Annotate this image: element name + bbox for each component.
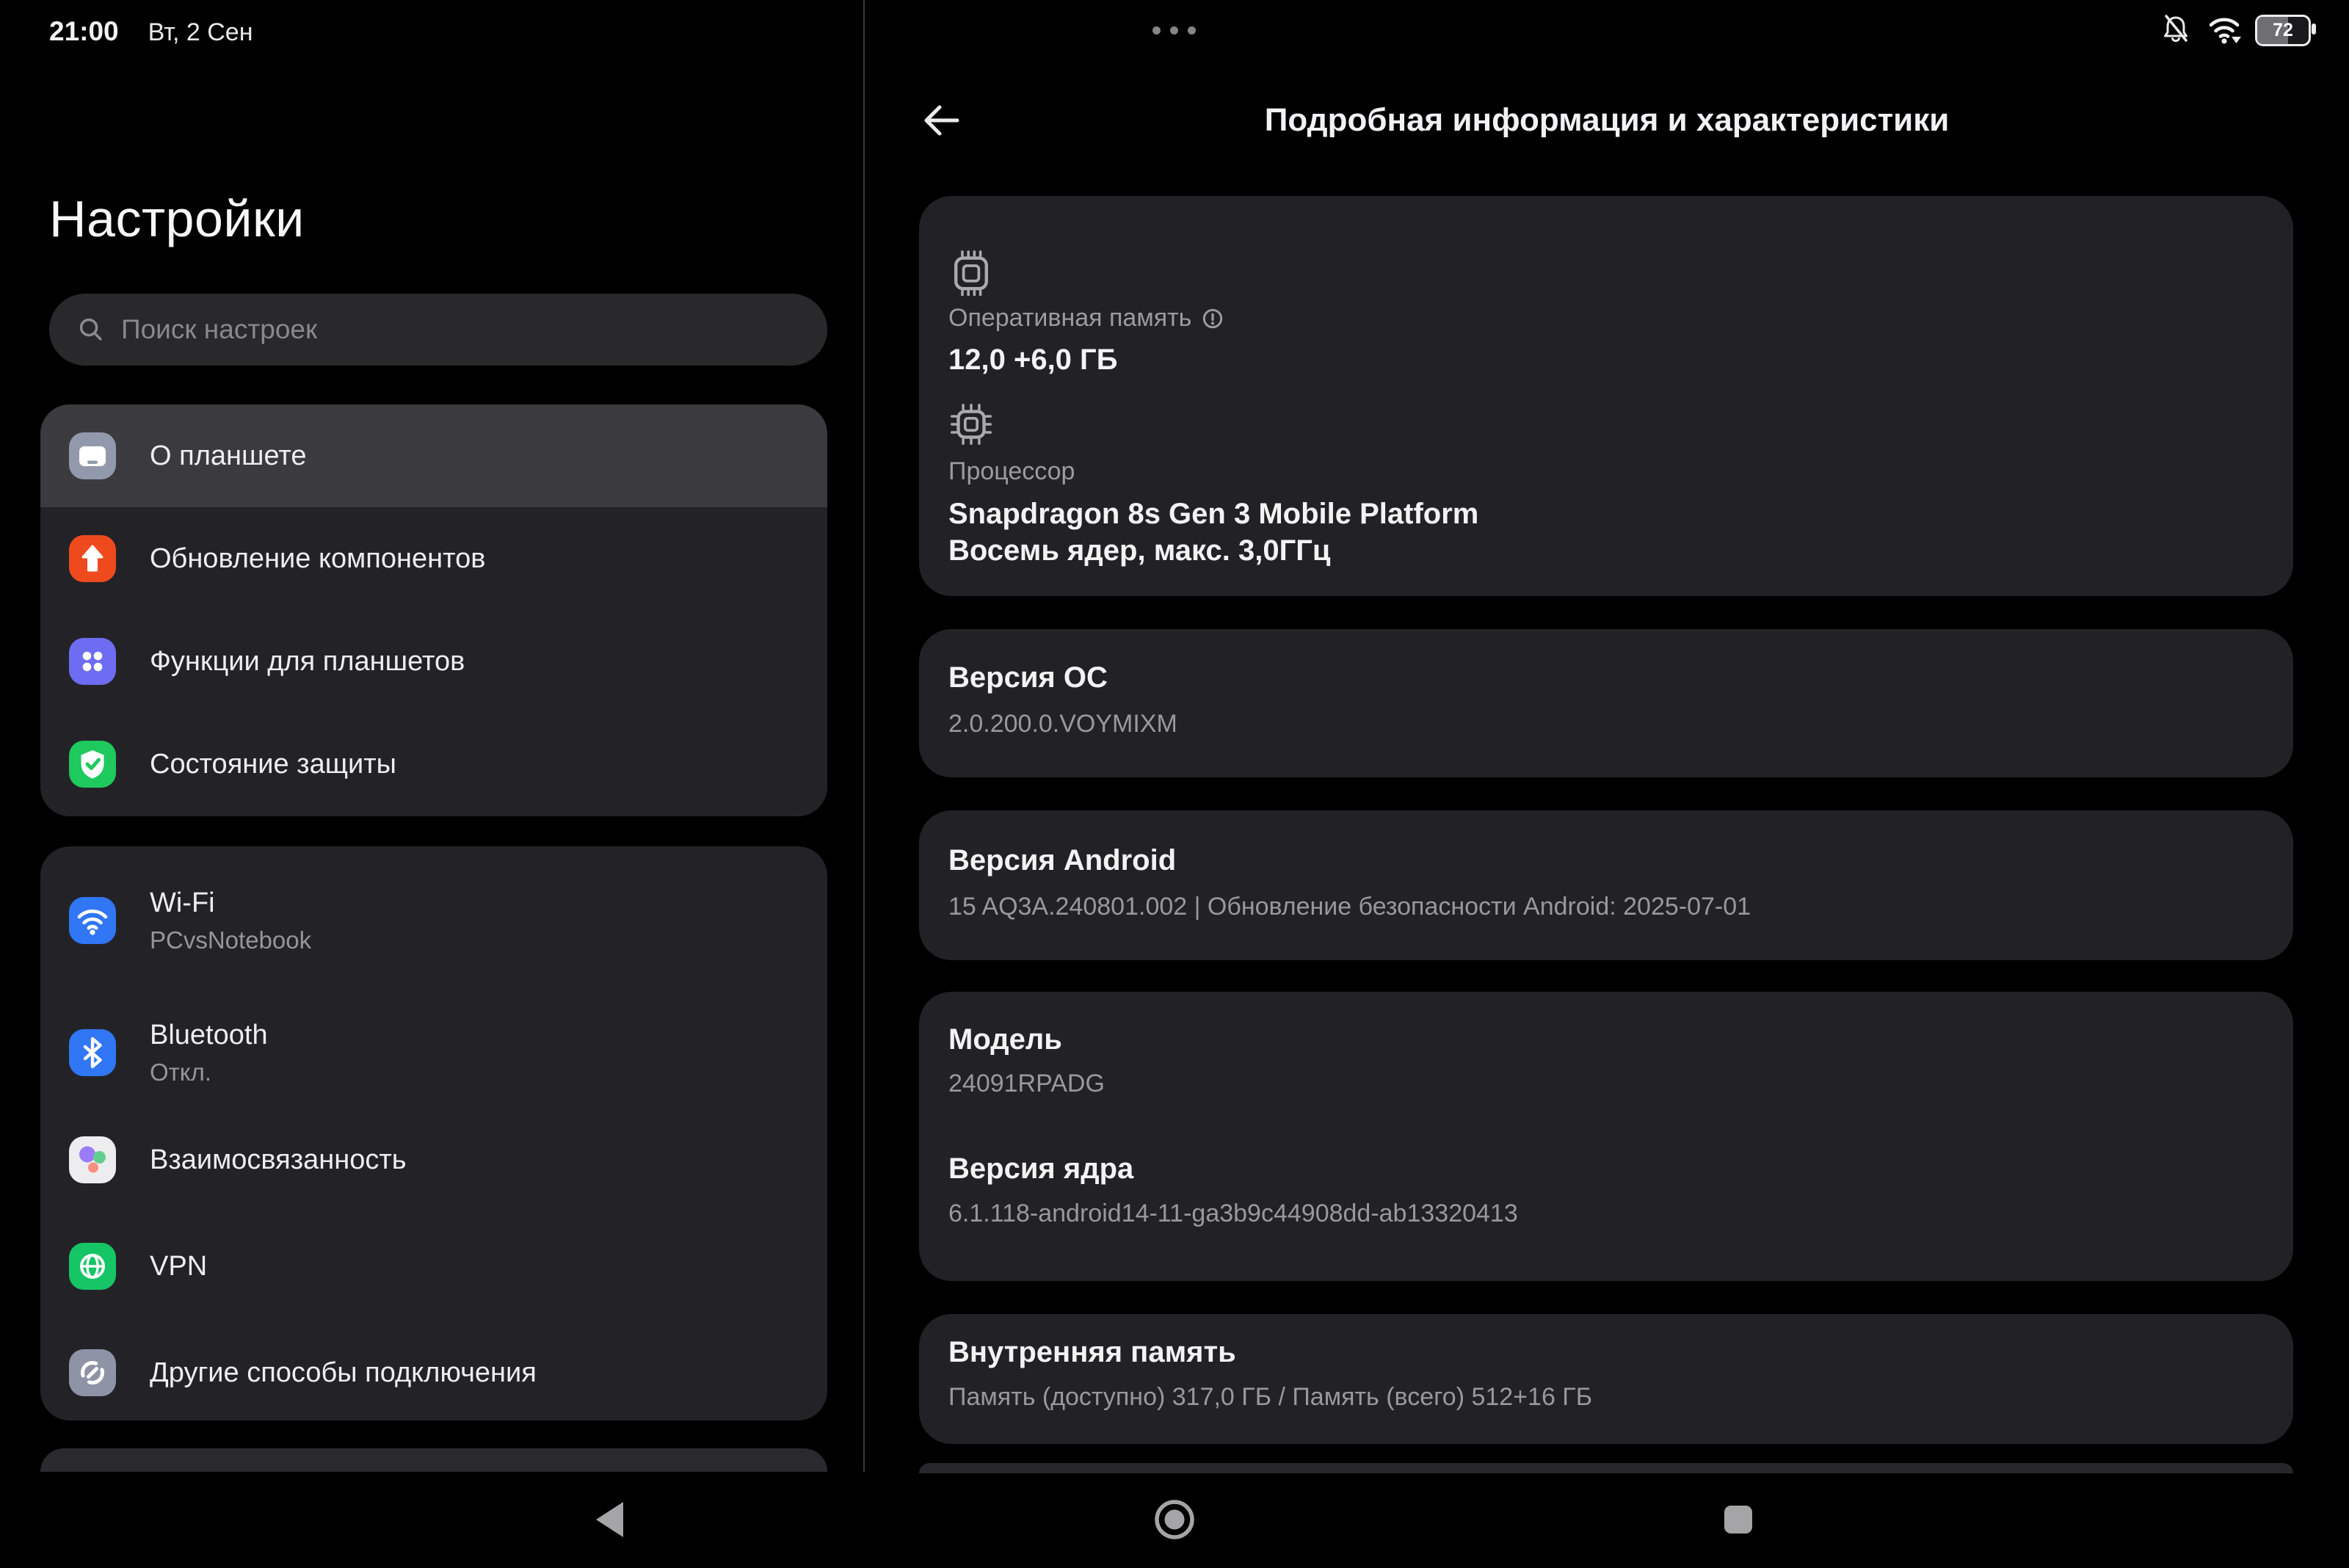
sidebar-item-interconnectivity[interactable]: Взаимосвязанность (69, 1136, 407, 1183)
hardware-card: Оперативная память 12,0 +6,0 ГБ Процессо… (919, 196, 2293, 596)
other-connections-icon (69, 1349, 116, 1396)
wifi-status-icon (2205, 10, 2243, 51)
kernel-title: Версия ядра (948, 1153, 1133, 1186)
wifi-network-name: PCvsNotebook (150, 926, 311, 955)
os-version-title: Версия ОС (948, 661, 1108, 694)
status-bar-left: 21:00 Вт, 2 Сен (49, 16, 253, 47)
search-input[interactable] (120, 313, 754, 346)
search-icon (76, 314, 106, 345)
cpu-value: Snapdragon 8s Gen 3 Mobile Platform (948, 496, 1478, 532)
sidebar-item-label: Другие способы подключения (150, 1356, 537, 1390)
window-handle-dots-icon[interactable] (1152, 26, 1196, 35)
model-kernel-card: Модель 24091RPADG Версия ядра 6.1.118-an… (919, 992, 2293, 1281)
bluetooth-icon (69, 1029, 116, 1076)
status-bar-right: 72 (2158, 10, 2311, 51)
battery-percent: 72 (2257, 17, 2309, 44)
interconnectivity-icon (69, 1136, 116, 1183)
sidebar-item-label: Состояние защиты (150, 749, 396, 780)
sidebar-item-security-status[interactable]: Состояние защиты (40, 713, 827, 816)
tablet-icon (69, 432, 116, 479)
vpn-icon (69, 1243, 116, 1290)
model-value: 24091RPADG (948, 1070, 1105, 1098)
settings-group-about: О планшете Обновление компонентов Функци… (40, 404, 827, 816)
page-title: Настройки (49, 189, 305, 248)
notifications-muted-icon (2158, 11, 2193, 50)
sidebar-item-bluetooth[interactable]: Bluetooth Откл. (69, 1018, 268, 1087)
info-icon[interactable] (1200, 306, 1225, 331)
sidebar-item-label: Обновление компонентов (150, 543, 485, 575)
storage-value: Память (доступно) 317,0 ГБ / Память (все… (948, 1383, 1592, 1412)
cpu-cores: Восемь ядер, макс. 3,0ГГц (948, 532, 1478, 569)
search-bar[interactable] (49, 294, 827, 366)
tablet-features-icon (69, 638, 116, 685)
storage-card: Внутренняя память Память (доступно) 317,… (919, 1314, 2293, 1444)
kernel-value: 6.1.118-android14-11-ga3b9c44908dd-ab133… (948, 1199, 1518, 1228)
ram-label: Оперативная память (948, 304, 1191, 333)
detail-page-title: Подробная информация и характеристики (865, 102, 2349, 139)
panel-divider (863, 0, 865, 1472)
os-version-value: 2.0.200.0.VOYMIXM (948, 710, 1177, 738)
os-version-card: Версия ОС 2.0.200.0.VOYMIXM (919, 629, 2293, 777)
security-status-icon (69, 741, 116, 788)
model-title: Модель (948, 1023, 1062, 1056)
partial-card-left (40, 1448, 827, 1472)
android-version-title: Версия Android (948, 844, 1176, 877)
sidebar-item-label: О планшете (150, 440, 306, 472)
cpu-chip-icon (945, 399, 997, 454)
wifi-icon (69, 897, 116, 944)
bluetooth-state: Откл. (150, 1058, 268, 1087)
partial-card-right (919, 1463, 2293, 1473)
sidebar-item-about-tablet[interactable]: О планшете (40, 404, 827, 507)
ram-chip-icon (945, 244, 997, 300)
nav-back-button[interactable] (596, 1502, 623, 1537)
sidebar-item-wifi[interactable]: Wi-Fi PCvsNotebook (69, 886, 311, 955)
sidebar-item-label: Взаимосвязанность (150, 1143, 407, 1177)
sidebar-item-tablet-features[interactable]: Функции для планшетов (40, 610, 827, 713)
sidebar-item-component-update[interactable]: Обновление компонентов (40, 507, 827, 610)
storage-title: Внутренняя память (948, 1336, 1236, 1369)
sidebar-item-label: Bluetooth (150, 1018, 268, 1052)
sidebar-item-label: Функции для планшетов (150, 646, 465, 678)
sidebar-item-vpn[interactable]: VPN (69, 1243, 207, 1290)
sidebar-item-label: Wi-Fi (150, 886, 311, 920)
ram-value: 12,0 +6,0 ГБ (948, 341, 1117, 378)
sidebar-item-other-connections[interactable]: Другие способы подключения (69, 1349, 537, 1396)
clock: 21:00 (49, 16, 119, 47)
battery-icon: 72 (2255, 15, 2311, 46)
sidebar-item-label: VPN (150, 1249, 207, 1283)
cpu-label: Процессор (948, 457, 1075, 486)
settings-group-connectivity: Wi-Fi PCvsNotebook Bluetooth Откл. Взаим… (40, 846, 827, 1420)
component-update-icon (69, 535, 116, 582)
date: Вт, 2 Сен (148, 18, 253, 47)
android-version-value: 15 AQ3A.240801.002 | Обновление безопасн… (948, 893, 1751, 921)
android-version-card: Версия Android 15 AQ3A.240801.002 | Обно… (919, 810, 2293, 960)
nav-recents-button[interactable] (1724, 1506, 1752, 1533)
nav-home-button[interactable] (1154, 1499, 1195, 1544)
home-circle-icon (1154, 1499, 1195, 1540)
